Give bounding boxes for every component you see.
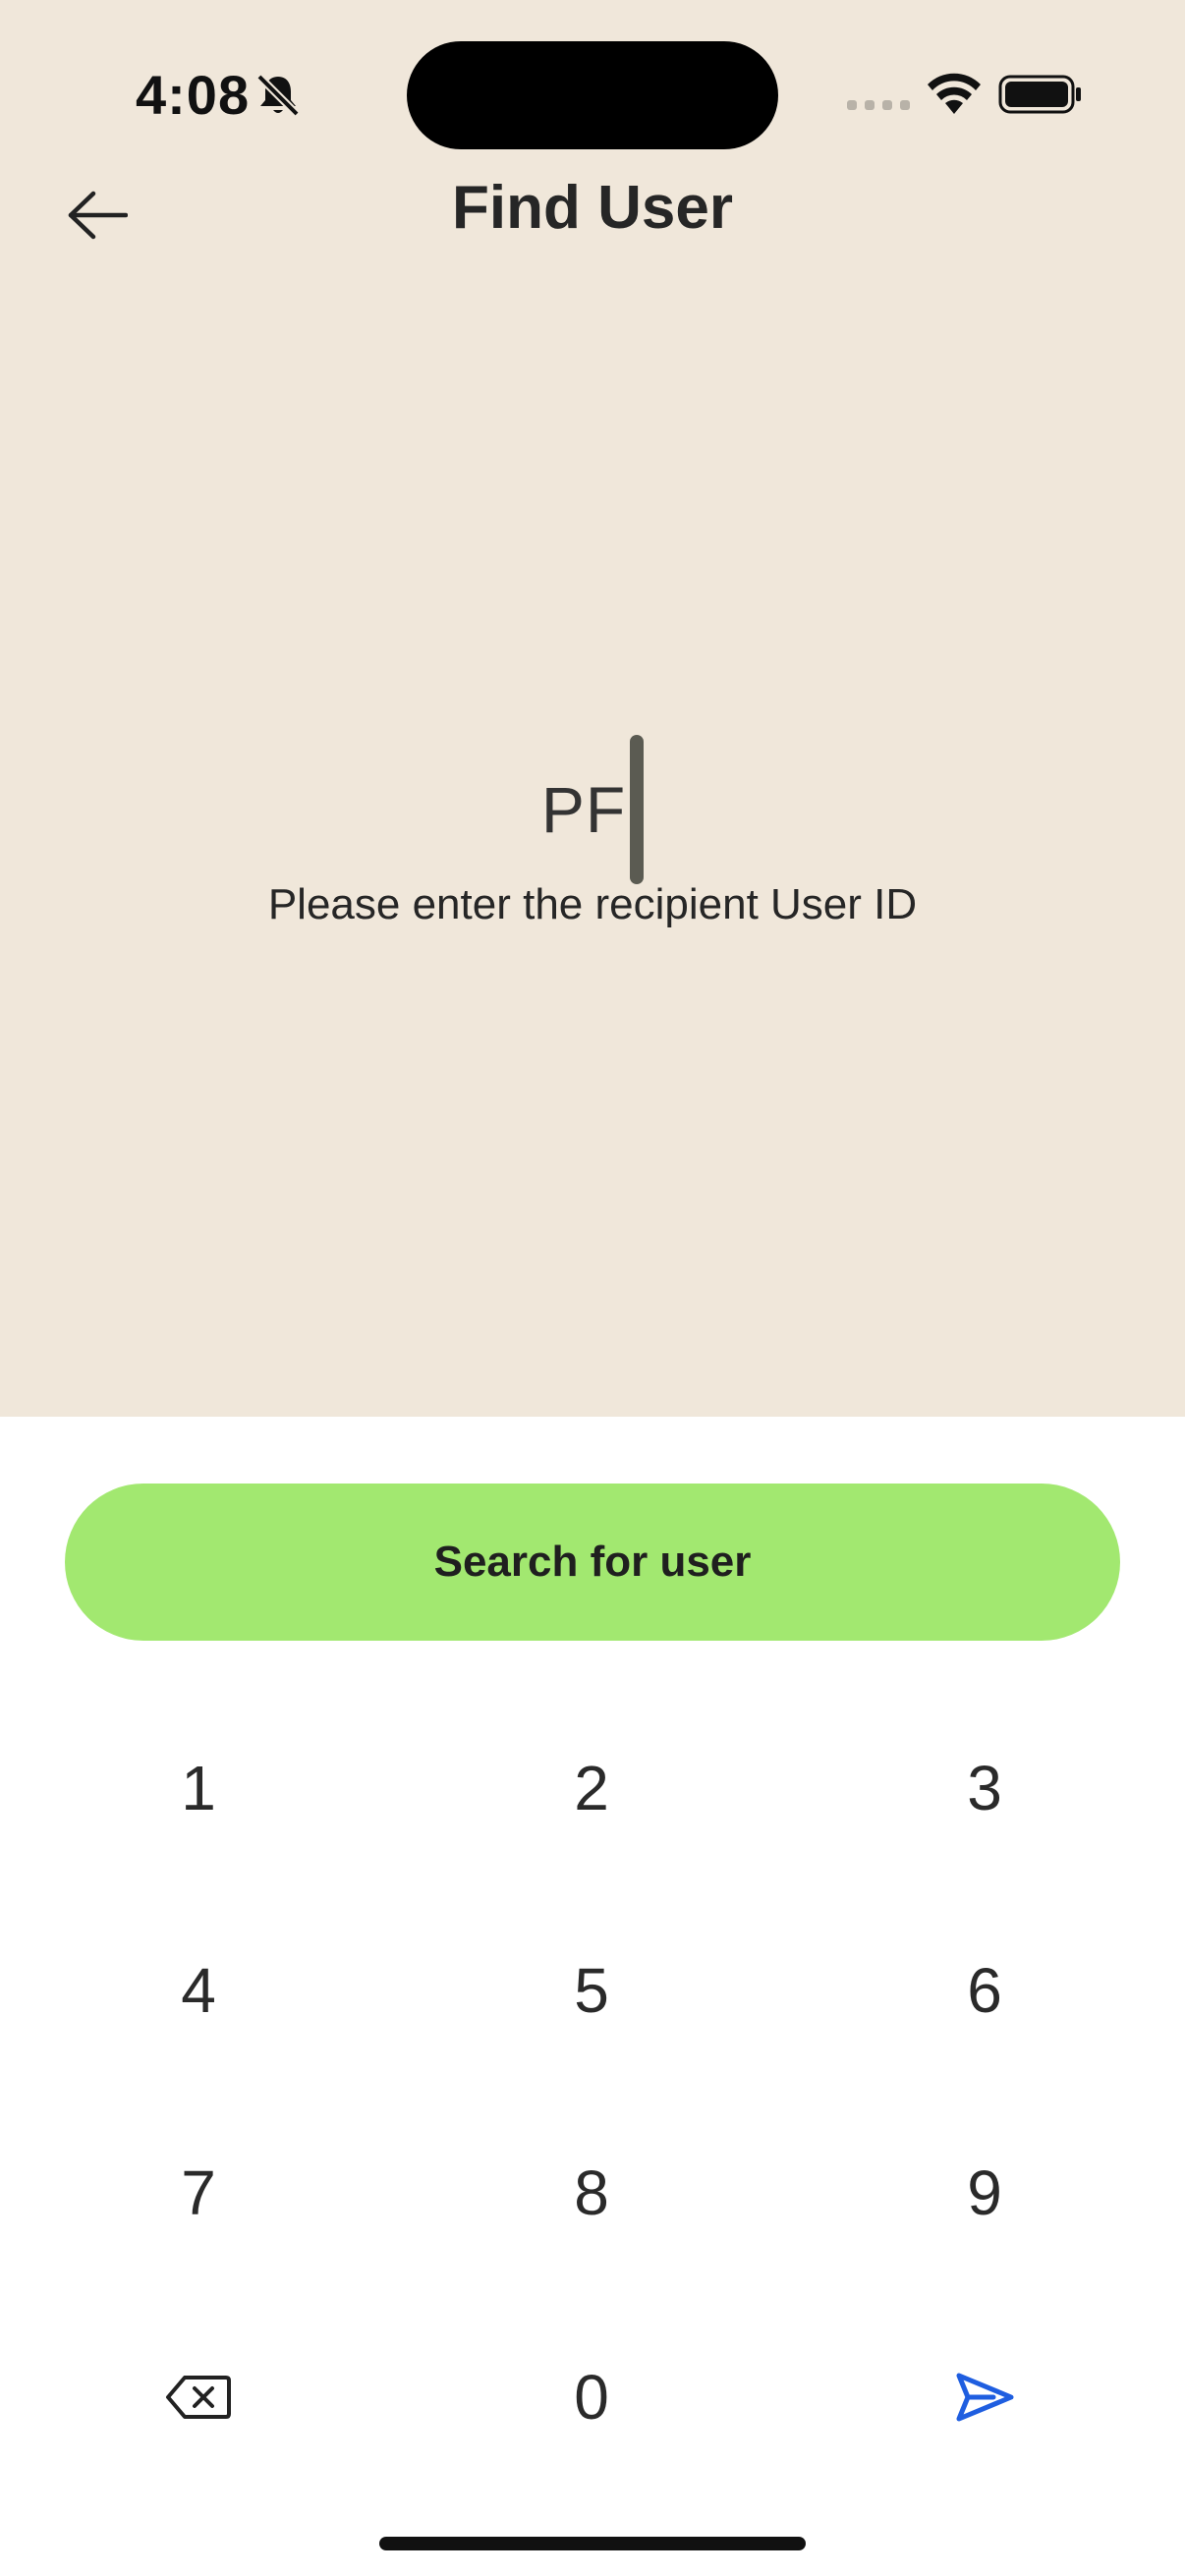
key-1[interactable]: 1 [51,1709,346,1867]
backspace-icon [166,2376,231,2419]
user-id-input[interactable]: PF [0,731,1185,888]
key-4[interactable]: 4 [51,1912,346,2069]
search-for-user-button[interactable]: Search for user [65,1484,1120,1641]
key-8[interactable]: 8 [444,2114,739,2271]
user-id-value: PF [540,773,627,846]
key-0[interactable]: 0 [444,2319,739,2476]
numeric-keypad: 1 2 3 4 5 6 7 8 9 0 [0,1709,1185,2525]
cellular-signal-icon [847,100,910,110]
key-2[interactable]: 2 [444,1709,739,1867]
send-key[interactable] [837,2319,1132,2476]
bell-slash-icon [256,74,300,117]
status-time: 4:08 [136,64,251,126]
dynamic-island [407,41,778,149]
home-indicator[interactable] [379,2537,806,2550]
key-9[interactable]: 9 [837,2114,1132,2271]
key-5[interactable]: 5 [444,1912,739,2069]
key-6[interactable]: 6 [837,1912,1132,2069]
battery-icon [998,75,1081,114]
wifi-icon [928,73,981,114]
key-7[interactable]: 7 [51,2114,346,2271]
delete-key[interactable] [51,2319,346,2476]
key-3[interactable]: 3 [837,1709,1132,1867]
text-caret [630,735,645,884]
send-icon [956,2373,1014,2422]
input-hint: Please enter the recipient User ID [267,880,918,928]
page-title: Find User [452,174,733,242]
